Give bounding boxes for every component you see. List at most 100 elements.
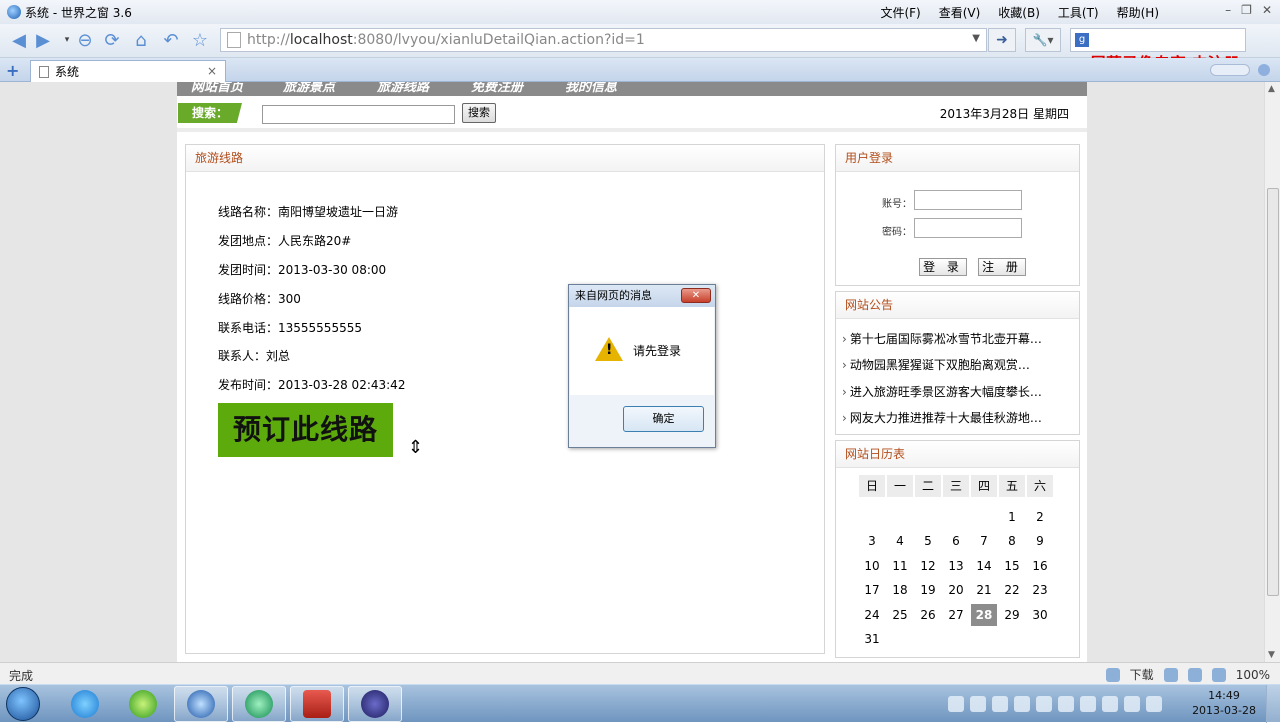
notice-item[interactable]: 进入旅游旺季景区游客大幅度攀长…	[842, 383, 1042, 400]
calendar-day[interactable]: 2	[1027, 506, 1053, 528]
security-icon[interactable]	[1163, 667, 1178, 682]
address-bar[interactable]: http://localhost:8080/lvyou/xianluDetail…	[220, 28, 987, 52]
username-input[interactable]	[914, 190, 1022, 210]
nav-my-info[interactable]: 我的信息	[565, 82, 617, 95]
site-search-input[interactable]	[262, 105, 455, 124]
world-window-taskbar-icon[interactable]	[174, 686, 228, 722]
calendar-day[interactable]: 31	[859, 628, 885, 650]
calendar-day[interactable]: 29	[999, 604, 1025, 626]
ie-taskbar-icon[interactable]	[58, 686, 112, 722]
password-input[interactable]	[914, 218, 1022, 238]
calendar-day[interactable]: 3	[859, 530, 885, 552]
calendar-day[interactable]: 4	[887, 530, 913, 552]
calendar-day[interactable]: 14	[971, 555, 997, 577]
calendar-day[interactable]: 10	[859, 555, 885, 577]
close-window-icon[interactable]: ✕	[1262, 3, 1272, 17]
calendar-day[interactable]: 15	[999, 555, 1025, 577]
calendar-day[interactable]: 11	[887, 555, 913, 577]
calendar-day[interactable]: 25	[887, 604, 913, 626]
tray-icon[interactable]	[1102, 696, 1118, 712]
go-arrow-icon[interactable]: ➜	[988, 28, 1016, 52]
show-desktop-button[interactable]	[1266, 685, 1280, 723]
scroll-up-icon[interactable]: ▲	[1268, 84, 1275, 94]
popup-block-icon[interactable]	[1187, 667, 1202, 682]
menu-view[interactable]: 查看(V)	[930, 4, 990, 21]
calendar-today[interactable]: 28	[971, 603, 997, 626]
tray-icon[interactable]	[948, 696, 964, 712]
tray-icon[interactable]	[1080, 696, 1096, 712]
download-label[interactable]: 下载	[1130, 666, 1154, 683]
calendar-day[interactable]: 19	[915, 579, 941, 601]
tray-icon[interactable]	[1146, 696, 1162, 712]
tray-icon[interactable]	[992, 696, 1008, 712]
tray-icon[interactable]	[1058, 696, 1074, 712]
scrollbar-thumb[interactable]	[1267, 188, 1279, 596]
system-clock[interactable]: 14:49 2013-03-28	[1192, 688, 1256, 718]
forward-icon[interactable]: ▶	[32, 29, 54, 51]
nav-home[interactable]: 网站首页	[191, 82, 243, 95]
calendar-day[interactable]: 17	[859, 579, 885, 601]
toolbox-taskbar-icon[interactable]	[290, 686, 344, 722]
undo-close-icon[interactable]: ↶	[160, 29, 182, 51]
calendar-day[interactable]: 23	[1027, 579, 1053, 601]
menu-tools[interactable]: 工具(T)	[1049, 4, 1108, 21]
notice-item[interactable]: 第十七届国际雾凇冰雪节北壶开幕…	[842, 330, 1042, 347]
home-icon[interactable]: ⌂	[130, 29, 152, 51]
nav-attractions[interactable]: 旅游景点	[283, 82, 335, 95]
tray-icon[interactable]	[1014, 696, 1030, 712]
notice-item[interactable]: 动物园黑猩猩诞下双胞胎离观赏…	[842, 356, 1030, 373]
stop-icon[interactable]: ⊖	[74, 29, 96, 51]
eclipse-taskbar-icon[interactable]	[348, 686, 402, 722]
login-button[interactable]: 登 录	[919, 258, 967, 276]
zoom-level[interactable]: 100%	[1236, 668, 1270, 682]
green-app-taskbar-icon[interactable]	[232, 686, 286, 722]
calendar-day[interactable]: 22	[999, 579, 1025, 601]
calendar-day[interactable]: 13	[943, 555, 969, 577]
calendar-day[interactable]: 5	[915, 530, 941, 552]
calendar-day[interactable]: 9	[1027, 530, 1053, 552]
calendar-day[interactable]: 7	[971, 530, 997, 552]
tray-icon[interactable]	[970, 696, 986, 712]
scroll-down-icon[interactable]: ▼	[1268, 650, 1275, 660]
calendar-day[interactable]: 12	[915, 555, 941, 577]
notice-item[interactable]: 网友大力推进推荐十大最佳秋游地…	[842, 409, 1042, 426]
menu-file[interactable]: 文件(F)	[871, 4, 929, 21]
proxy-icon[interactable]	[1211, 667, 1226, 682]
tab-system[interactable]: 系统 ×	[30, 60, 226, 82]
minimize-icon[interactable]: –	[1225, 3, 1231, 17]
calendar-day[interactable]: 21	[971, 579, 997, 601]
register-button[interactable]: 注 册	[978, 258, 1026, 276]
favorites-star-icon[interactable]: ☆	[189, 29, 211, 51]
refresh-app-taskbar-icon[interactable]	[116, 686, 170, 722]
page-info-icon[interactable]	[1105, 667, 1120, 682]
dialog-ok-button[interactable]: 确定	[623, 406, 704, 432]
calendar-day[interactable]: 16	[1027, 555, 1053, 577]
book-route-button[interactable]: 预订此线路	[218, 403, 393, 457]
back-icon[interactable]: ◀	[8, 29, 30, 51]
tab-close-icon[interactable]: ×	[207, 64, 217, 78]
refresh-icon[interactable]: ⟳	[101, 29, 123, 51]
calendar-day[interactable]: 18	[887, 579, 913, 601]
search-engine-box[interactable]: g	[1070, 28, 1246, 52]
calendar-day[interactable]: 8	[999, 530, 1025, 552]
site-search-button[interactable]: 搜索	[462, 103, 496, 123]
calendar-day[interactable]: 24	[859, 604, 885, 626]
tray-icon[interactable]	[1124, 696, 1140, 712]
menu-favorites[interactable]: 收藏(B)	[989, 4, 1049, 21]
restore-icon[interactable]: ❐	[1241, 3, 1252, 17]
new-tab-plus-icon[interactable]: +	[6, 61, 19, 80]
dialog-close-icon[interactable]: ✕	[681, 288, 711, 303]
calendar-day[interactable]: 6	[943, 530, 969, 552]
nav-register[interactable]: 免费注册	[471, 82, 523, 95]
tab-list-icon[interactable]	[1258, 64, 1270, 76]
calendar-day[interactable]: 26	[915, 604, 941, 626]
vertical-scrollbar[interactable]: ▲ ▼	[1264, 82, 1280, 662]
nav-routes[interactable]: 旅游线路	[377, 82, 429, 95]
tab-scroll-control[interactable]	[1210, 64, 1250, 76]
calendar-day[interactable]: 20	[943, 579, 969, 601]
tray-icon[interactable]	[1036, 696, 1052, 712]
menu-help[interactable]: 帮助(H)	[1108, 4, 1168, 21]
calendar-day[interactable]: 1	[999, 506, 1025, 528]
calendar-day[interactable]: 27	[943, 604, 969, 626]
start-button-icon[interactable]	[6, 687, 40, 721]
